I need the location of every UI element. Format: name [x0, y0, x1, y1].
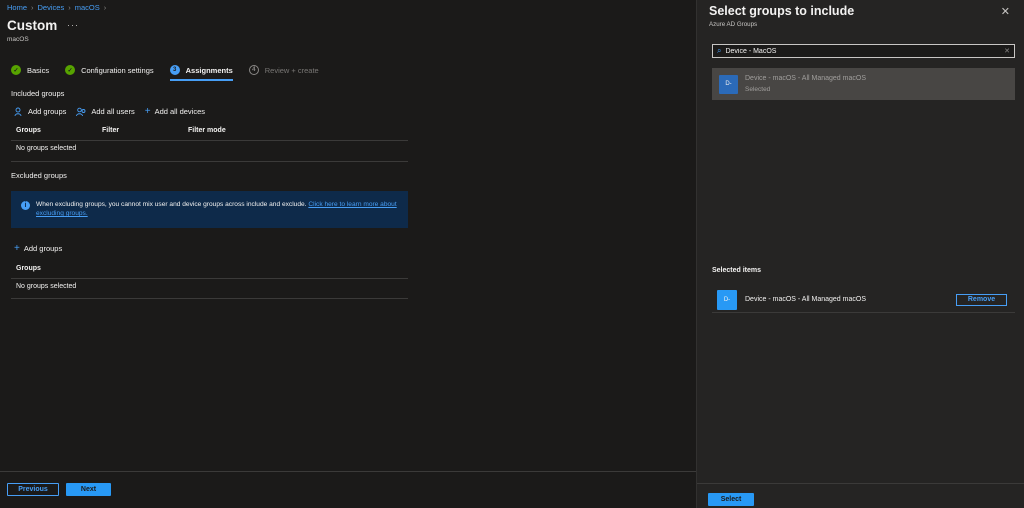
- column-filter-mode: Filter mode: [188, 127, 226, 134]
- step-configuration-settings[interactable]: ✓ Configuration settings: [65, 65, 154, 81]
- breadcrumb-macos[interactable]: macOS: [75, 3, 100, 12]
- divider: [11, 298, 408, 299]
- remove-button[interactable]: Remove: [956, 293, 1007, 306]
- selected-item: D- Device - macOS - All Managed macOS Re…: [712, 287, 1015, 313]
- page-subtitle: macOS: [7, 36, 29, 43]
- step-assignments[interactable]: 3 Assignments: [169, 65, 233, 81]
- column-filter: Filter: [102, 127, 120, 134]
- add-groups-label: Add groups: [23, 244, 63, 253]
- result-text: Device - macOS - All Managed macOS Selec…: [745, 75, 866, 93]
- clear-icon[interactable]: ✕: [1004, 47, 1010, 55]
- search-icon: ⌕: [717, 46, 722, 55]
- step-basics[interactable]: ✓ Basics: [11, 65, 49, 81]
- chevron-right-icon: ›: [31, 3, 34, 12]
- step-label: Basics: [27, 65, 50, 75]
- footer-divider: [0, 471, 696, 472]
- add-groups-button[interactable]: Add groups: [14, 107, 66, 117]
- select-groups-panel: Select groups to include Azure AD Groups…: [696, 0, 1024, 508]
- step-label: Assignments: [185, 65, 233, 75]
- chevron-right-icon: ›: [103, 3, 107, 12]
- plus-icon: +: [144, 106, 151, 117]
- excluded-groups-heading: Excluded groups: [11, 171, 67, 180]
- panel-subtitle: Azure AD Groups: [709, 21, 758, 28]
- selected-items-heading: Selected items: [712, 267, 762, 274]
- add-all-users-label: Add all users: [91, 107, 135, 116]
- check-circle-icon: ✓: [65, 65, 76, 75]
- included-groups-heading: Included groups: [11, 89, 65, 98]
- column-groups: Groups: [16, 265, 41, 272]
- group-avatar: D-: [717, 289, 737, 310]
- add-all-devices-label: Add all devices: [154, 107, 206, 116]
- breadcrumb: Home › Devices › macOS ›: [7, 3, 106, 12]
- search-result-item[interactable]: D- Device - macOS - All Managed macOS Se…: [712, 68, 1015, 100]
- group-search-box: ⌕ ✕: [712, 44, 1015, 58]
- add-users-icon: [76, 107, 86, 116]
- search-input[interactable]: [725, 47, 1001, 55]
- chevron-right-icon: ›: [68, 3, 71, 12]
- result-name: Device - macOS - All Managed macOS: [745, 75, 866, 82]
- included-table-header: Groups Filter Filter mode: [16, 127, 408, 134]
- excluded-command-bar: + Add groups: [14, 243, 62, 254]
- excluded-empty-row: No groups selected: [16, 283, 77, 290]
- divider: [11, 161, 408, 162]
- add-groups-label: Add groups: [28, 107, 67, 116]
- breadcrumb-home[interactable]: Home: [7, 3, 27, 12]
- info-text: When excluding groups, you cannot mix us…: [36, 201, 307, 208]
- included-command-bar: Add groups Add all users + Add all devic…: [14, 106, 205, 117]
- close-icon[interactable]: ✕: [1001, 5, 1010, 18]
- check-circle-icon: ✓: [11, 65, 21, 75]
- step-number-icon: 4: [248, 65, 259, 75]
- result-status: Selected: [745, 86, 771, 93]
- info-icon: i: [21, 201, 30, 210]
- next-button[interactable]: Next: [66, 483, 111, 496]
- step-label: Review + create: [264, 65, 319, 75]
- column-groups: Groups: [16, 127, 41, 134]
- select-button[interactable]: Select: [708, 493, 754, 506]
- excluded-table-header: Groups: [16, 265, 41, 272]
- divider: [11, 278, 408, 279]
- step-number-icon: 3: [169, 65, 180, 75]
- panel-footer-divider: [697, 483, 1024, 484]
- included-empty-row: No groups selected: [16, 145, 77, 152]
- more-options-icon[interactable]: ···: [67, 20, 79, 30]
- add-all-users-button[interactable]: Add all users: [76, 107, 135, 117]
- add-groups-icon: [14, 107, 22, 116]
- add-all-devices-button[interactable]: + Add all devices: [145, 106, 205, 117]
- step-review-create: 4 Review + create: [248, 65, 319, 81]
- breadcrumb-devices[interactable]: Devices: [38, 3, 65, 12]
- wizard-steps: ✓ Basics ✓ Configuration settings 3 Assi…: [11, 65, 335, 81]
- panel-title: Select groups to include: [709, 4, 855, 18]
- step-label: Configuration settings: [81, 65, 154, 75]
- previous-button[interactable]: Previous: [7, 483, 59, 496]
- group-avatar: D-: [719, 74, 738, 94]
- selected-item-name: Device - macOS - All Managed macOS: [745, 296, 866, 303]
- info-message-bar: i When excluding groups, you cannot mix …: [11, 191, 408, 228]
- info-message: When excluding groups, you cannot mix us…: [36, 200, 398, 219]
- add-excluded-groups-button[interactable]: + Add groups: [14, 243, 62, 254]
- page-title: Custom: [7, 18, 58, 33]
- divider: [11, 140, 408, 141]
- plus-icon: +: [14, 243, 20, 254]
